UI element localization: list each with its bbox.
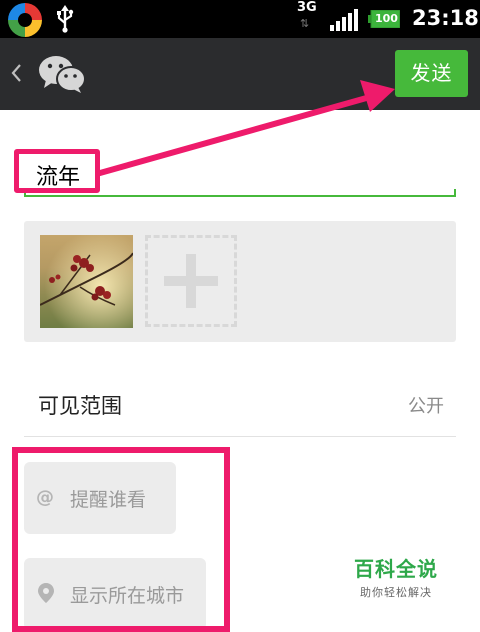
network-type: 3G — [297, 0, 317, 15]
visibility-label: 可见范围 — [38, 394, 122, 418]
photo-area — [24, 221, 456, 342]
text-highlight-box — [14, 149, 100, 193]
status-bar: 3G ⇅ 100 23:18 — [0, 0, 480, 38]
options-highlight-box — [12, 447, 230, 632]
visibility-value: 公开 — [408, 396, 444, 417]
watermark-title: 百科全说 — [354, 557, 438, 581]
signal-icon — [330, 9, 358, 31]
send-button[interactable]: 发送 — [395, 50, 468, 97]
battery-level: 100 — [375, 12, 398, 25]
input-underline-right-tick — [454, 189, 456, 197]
title-bar: 发送 — [0, 38, 480, 110]
back-arrow-icon[interactable] — [10, 62, 24, 84]
plus-icon-vertical — [186, 254, 196, 308]
data-activity-icon: ⇅ — [300, 17, 310, 30]
battery-icon: 100 — [368, 10, 400, 28]
watermark-subtitle: 助你轻松解决 — [360, 586, 432, 599]
wechat-logo-icon — [39, 56, 86, 93]
input-underline — [24, 195, 456, 197]
visibility-row[interactable]: 可见范围 公开 — [24, 370, 456, 437]
clock: 23:18 — [412, 6, 479, 30]
photo-thumbnail[interactable] — [40, 235, 133, 328]
usb-icon — [57, 5, 74, 33]
watermark: 百科全说 助你轻松解决 — [351, 553, 441, 600]
add-photo-button[interactable] — [145, 235, 237, 327]
app-notification-icon — [8, 3, 42, 37]
